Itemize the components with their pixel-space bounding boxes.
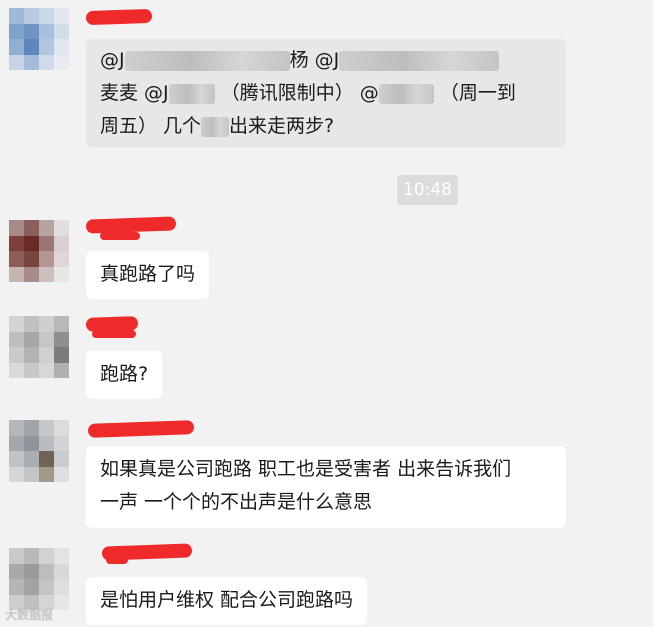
message-bubble: 如果真是公司跑路 职工也是受害者 出来告诉我们 一声 一个个的不出声是什么意思 [86,446,566,528]
message-text: 麦麦 @J [100,82,169,104]
watermark: 大数据报 [5,608,54,622]
avatar[interactable] [9,8,69,70]
message-text: 出来走两步? [229,115,335,137]
redaction-mosaic [124,50,290,71]
message-text: 跑路? [100,363,149,385]
timestamp: 10:48 [397,175,458,205]
message-text: 杨 @J [289,49,340,71]
message-text: （周一到 [439,82,516,104]
redaction-mosaic [339,50,500,71]
message-text: （腾讯限制中） [220,82,354,104]
message-line: 麦麦 @J （腾讯限制中） @ （周一到 [100,77,552,110]
message-text: 周五） 几个 [100,115,202,137]
message-line: 如果真是公司跑路 职工也是受害者 出来告诉我们 [100,458,512,480]
message-line: @J 杨 @J [100,44,552,77]
sender-name-redacted [85,8,153,26]
avatar[interactable] [9,316,69,378]
message-line: 周五） 几个 出来走两步? [100,110,552,143]
message-text: @J [100,49,125,71]
redaction-mosaic [168,83,215,104]
redaction-mosaic [378,83,434,104]
message-bubble: 是怕用户维权 配合公司跑路吗 [86,577,368,625]
message-text: 真跑路了吗 [100,263,196,285]
avatar[interactable] [9,548,69,610]
message-line: 一声 一个个的不出声是什么意思 [100,491,373,513]
message-bubble: 跑路? [86,351,163,399]
message-bubble: @J 杨 @J 麦麦 @J （腾讯限制中） @ （周一到 周五） 几个 出来走两步? [86,39,566,147]
avatar[interactable] [9,220,69,282]
redaction-mosaic [201,116,230,137]
message-text: @ [359,82,379,104]
message-bubble: 真跑路了吗 [86,251,210,299]
avatar[interactable] [9,420,69,482]
message-text: 是怕用户维权 配合公司跑路吗 [100,589,354,611]
